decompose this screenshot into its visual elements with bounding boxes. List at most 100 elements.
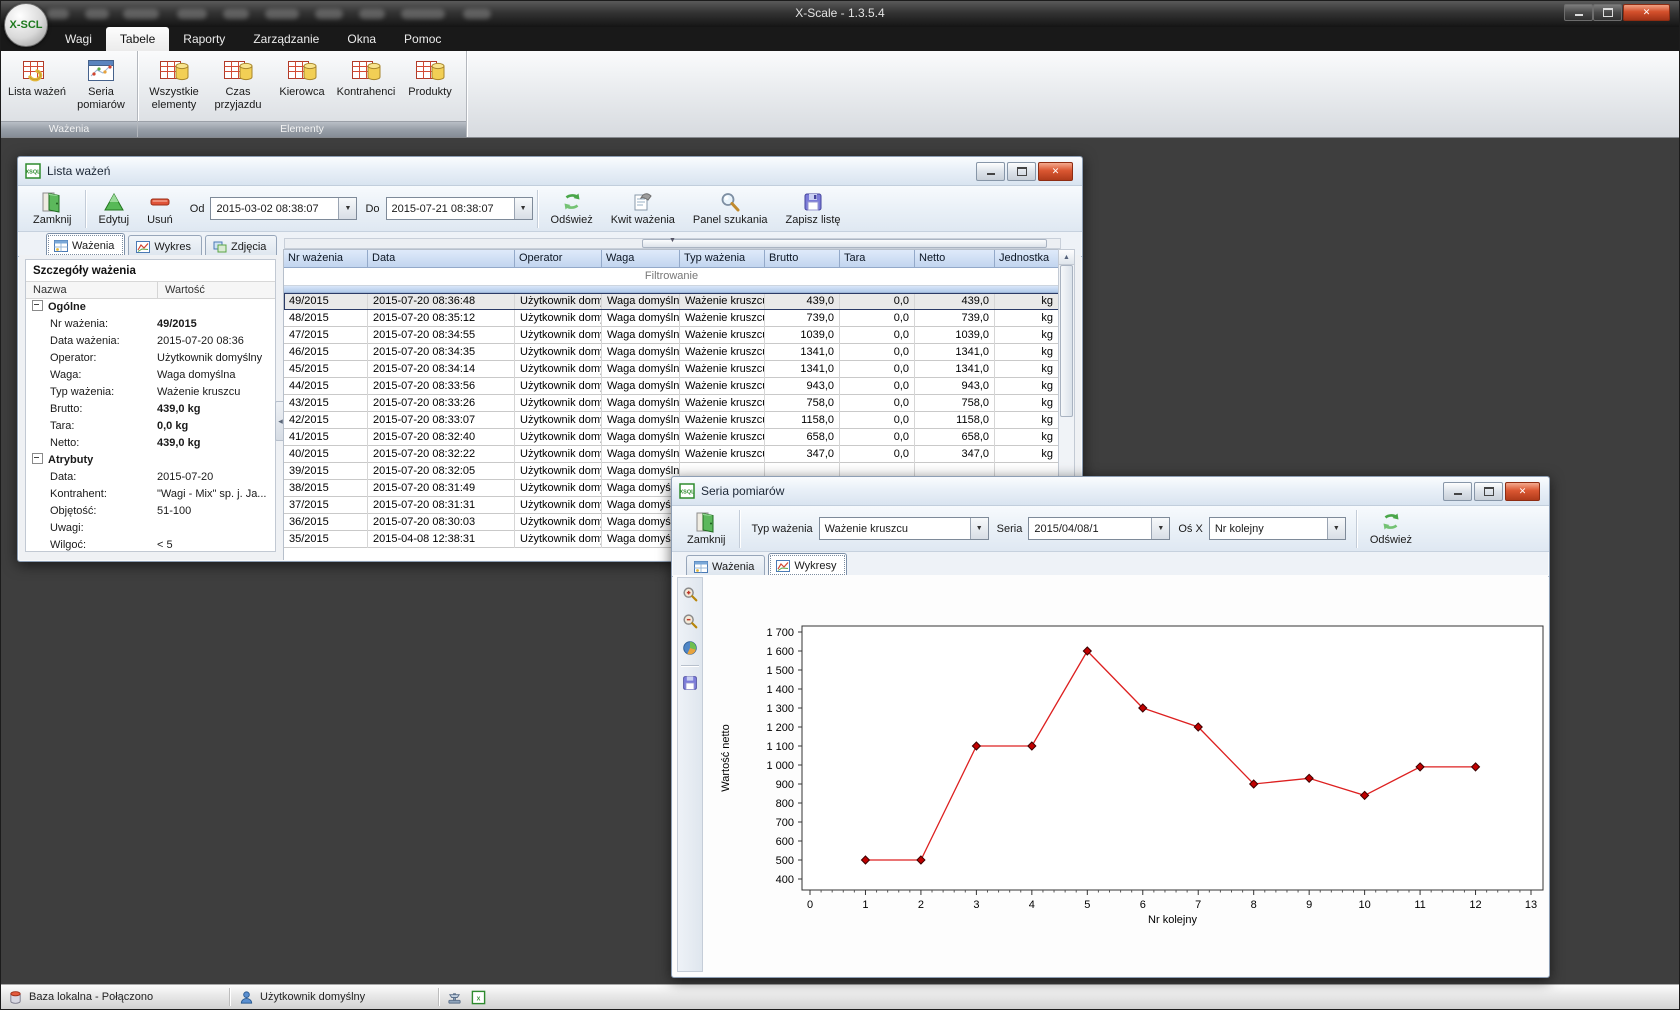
minimize-button[interactable] bbox=[976, 162, 1005, 181]
save-chart-icon[interactable] bbox=[680, 673, 700, 693]
collapse-toggle-icon[interactable] bbox=[32, 453, 43, 464]
kierowca-button[interactable]: Kierowca bbox=[270, 54, 334, 101]
details-group-og-lne[interactable]: Ogólne bbox=[26, 299, 275, 316]
chevron-down-icon[interactable]: ▼ bbox=[1151, 518, 1169, 539]
column-header-typ-wa-enia[interactable]: Typ ważenia bbox=[680, 250, 765, 268]
detail-row-kontrahent[interactable]: Kontrahent:"Wagi - Mix" sp. j. Ja... bbox=[26, 486, 275, 503]
zoom-in-icon[interactable] bbox=[680, 584, 700, 604]
chart-type-icon[interactable] bbox=[680, 638, 700, 658]
close-button[interactable]: ✕ bbox=[1505, 482, 1540, 501]
chevron-down-icon[interactable]: ▼ bbox=[514, 198, 532, 219]
collapse-toggle-icon[interactable] bbox=[32, 300, 43, 311]
detail-row-data[interactable]: Data:2015-07-20 bbox=[26, 469, 275, 486]
zamknij-button[interactable]: Zamknij bbox=[24, 190, 81, 227]
zamknij-button[interactable]: Zamknij bbox=[678, 510, 735, 547]
detail-row-operator[interactable]: Operator:Użytkownik domyślny bbox=[26, 350, 275, 367]
date-to-combobox[interactable]: 2015-07-21 08:38:07 ▼ bbox=[386, 197, 533, 220]
table-row[interactable]: 44/20152015-07-20 08:33:56Użytkownik dom… bbox=[284, 378, 1059, 395]
odswiez-button[interactable]: Odśwież bbox=[1361, 510, 1421, 547]
details-group-atrybuty[interactable]: Atrybuty bbox=[26, 452, 275, 469]
details-col-nazwa[interactable]: Nazwa bbox=[26, 282, 158, 298]
lista-wa-e-button[interactable]: Lista ważeń bbox=[5, 54, 69, 101]
zoom-out-icon[interactable] bbox=[680, 611, 700, 631]
produkty-button[interactable]: Produkty bbox=[398, 54, 462, 101]
table-row[interactable]: 45/20152015-07-20 08:34:14Użytkownik dom… bbox=[284, 361, 1059, 378]
ribbon-tab-zarz-dzanie[interactable]: Zarządzanie bbox=[239, 27, 333, 51]
detail-row-brutto[interactable]: Brutto:439,0 kg bbox=[26, 401, 275, 418]
lista-window-title-bar[interactable]: XSQL Lista ważeń ✕ bbox=[18, 157, 1082, 186]
detail-row-nr-wa-enia[interactable]: Nr ważenia:49/2015 bbox=[26, 316, 275, 333]
seria-combobox[interactable]: 2015/04/08/1 ▼ bbox=[1028, 517, 1170, 540]
app-minimize-button[interactable] bbox=[1564, 4, 1593, 21]
kwit-wazenia-button[interactable]: Kwit ważenia bbox=[602, 190, 684, 227]
column-header-tara[interactable]: Tara bbox=[840, 250, 915, 268]
tab-wa-enia[interactable]: Ważenia bbox=[686, 555, 765, 577]
os-x-combobox[interactable]: Nr kolejny ▼ bbox=[1209, 517, 1346, 540]
panel-szukania-button[interactable]: Panel szukania bbox=[684, 190, 777, 227]
ribbon-tab-pomoc[interactable]: Pomoc bbox=[390, 27, 455, 51]
table-top-scrollbar[interactable]: ▼ bbox=[284, 238, 1061, 249]
table-row[interactable]: 48/20152015-07-20 08:35:12Użytkownik dom… bbox=[284, 310, 1059, 327]
seria-pomiar-w-button[interactable]: Seria pomiarów bbox=[69, 54, 133, 114]
odswiez-button[interactable]: Odśwież bbox=[542, 190, 602, 227]
column-header-brutto[interactable]: Brutto bbox=[765, 250, 840, 268]
app-close-button[interactable]: ✕ bbox=[1623, 4, 1670, 21]
ribbon-tab-wagi[interactable]: Wagi bbox=[51, 27, 106, 51]
tab-wykresy[interactable]: Wykresy bbox=[768, 553, 847, 577]
column-header-data[interactable]: Data bbox=[368, 250, 515, 268]
column-header-jednostka[interactable]: Jednostka bbox=[995, 250, 1059, 268]
column-header-waga[interactable]: Waga bbox=[602, 250, 680, 268]
app-logo[interactable]: X-SCL bbox=[4, 3, 48, 47]
ribbon-tab-raporty[interactable]: Raporty bbox=[169, 27, 239, 51]
scroll-up-arrow[interactable]: ▲ bbox=[1059, 250, 1074, 265]
tab-wykres[interactable]: Wykres bbox=[128, 235, 202, 257]
tab-zdj-cia[interactable]: Zdjęcia bbox=[205, 235, 277, 257]
wszystkie-elementy-button[interactable]: Wszystkie elementy bbox=[142, 54, 206, 114]
date-from-combobox[interactable]: 2015-03-02 08:38:07 ▼ bbox=[210, 197, 357, 220]
table-row[interactable]: 46/20152015-07-20 08:34:35Użytkownik dom… bbox=[284, 344, 1059, 361]
detail-row-waga[interactable]: Waga:Waga domyślna bbox=[26, 367, 275, 384]
tray-app-icon[interactable]: X bbox=[471, 985, 486, 1009]
czas-przyjazdu-button[interactable]: Czas przyjazdu bbox=[206, 54, 270, 114]
maximize-button[interactable] bbox=[1007, 162, 1036, 181]
scrollbar-thumb[interactable] bbox=[642, 239, 1047, 248]
close-button[interactable]: ✕ bbox=[1038, 162, 1073, 181]
detail-row-typ-wa-enia[interactable]: Typ ważenia:Ważenie kruszcu bbox=[26, 384, 275, 401]
detail-row-obj-to[interactable]: Objętość:51-100 bbox=[26, 503, 275, 520]
tray-scale-icon[interactable] bbox=[447, 985, 462, 1009]
app-maximize-button[interactable] bbox=[1593, 4, 1622, 21]
table-row[interactable]: 42/20152015-07-20 08:33:07Użytkownik dom… bbox=[284, 412, 1059, 429]
table-row[interactable]: 47/20152015-07-20 08:34:55Użytkownik dom… bbox=[284, 327, 1059, 344]
chevron-down-icon[interactable]: ▼ bbox=[338, 198, 356, 219]
table-row[interactable]: 43/20152015-07-20 08:33:26Użytkownik dom… bbox=[284, 395, 1059, 412]
column-header-netto[interactable]: Netto bbox=[915, 250, 995, 268]
ribbon-tab-okna[interactable]: Okna bbox=[333, 27, 390, 51]
kontrahenci-button[interactable]: Kontrahenci bbox=[334, 54, 398, 101]
column-header-operator[interactable]: Operator bbox=[515, 250, 602, 268]
table-row[interactable]: 40/20152015-07-20 08:32:22Użytkownik dom… bbox=[284, 446, 1059, 463]
maximize-button[interactable] bbox=[1474, 482, 1503, 501]
chevron-down-icon[interactable]: ▼ bbox=[970, 518, 988, 539]
usun-button[interactable]: Usuń bbox=[138, 190, 182, 227]
detail-row-wilgo[interactable]: Wilgoć:< 5 bbox=[26, 537, 275, 554]
scrollbar-thumb[interactable] bbox=[1060, 265, 1073, 417]
detail-row-uwagi[interactable]: Uwagi: bbox=[26, 520, 275, 537]
detail-row-data-wa-enia[interactable]: Data ważenia:2015-07-20 08:36 bbox=[26, 333, 275, 350]
chevron-down-icon[interactable]: ▼ bbox=[1327, 518, 1345, 539]
seria-window-title-bar[interactable]: XSQL Seria pomiarów ✕ bbox=[672, 477, 1549, 506]
od-label: Od bbox=[190, 203, 205, 215]
zapisz-liste-button[interactable]: Zapisz listę bbox=[777, 190, 850, 227]
edytuj-button[interactable]: Edytuj bbox=[90, 190, 139, 227]
detail-row-tara[interactable]: Tara:0,0 kg bbox=[26, 418, 275, 435]
column-header-nr-wa-enia[interactable]: Nr ważenia bbox=[284, 250, 368, 268]
table-row[interactable]: 41/20152015-07-20 08:32:40Użytkownik dom… bbox=[284, 429, 1059, 446]
details-col-wartosc[interactable]: Wartość bbox=[158, 282, 205, 298]
detail-row-netto[interactable]: Netto:439,0 kg bbox=[26, 435, 275, 452]
ribbon-tab-tabele[interactable]: Tabele bbox=[106, 27, 169, 51]
filter-row[interactable]: Filtrowanie bbox=[284, 268, 1059, 286]
table-cell: 37/2015 bbox=[284, 497, 368, 514]
typ-wazenia-combobox[interactable]: Ważenie kruszcu ▼ bbox=[819, 517, 989, 540]
tab-wa-enia[interactable]: Ważenia bbox=[46, 233, 125, 257]
table-row[interactable]: 49/20152015-07-20 08:36:48Użytkownik dom… bbox=[284, 293, 1059, 310]
minimize-button[interactable] bbox=[1443, 482, 1472, 501]
